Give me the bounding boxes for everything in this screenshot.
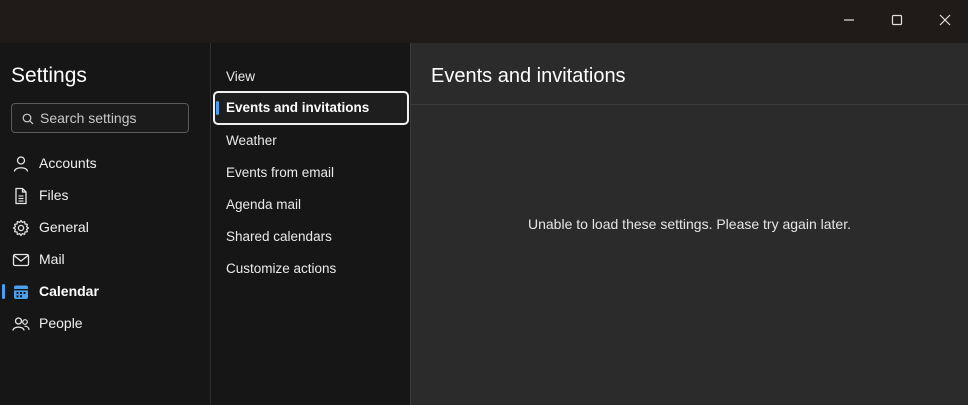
envelope-icon (12, 251, 30, 269)
gear-icon (12, 219, 30, 237)
content-title: Events and invitations (431, 65, 626, 87)
calendar-icon (12, 283, 30, 301)
subnav-item-label: Shared calendars (226, 229, 332, 244)
title-bar (0, 0, 968, 43)
subnav-item-label: Customize actions (226, 261, 337, 276)
nav-item-label: Files (39, 187, 69, 203)
subnav-item-label: View (226, 69, 256, 84)
minimize-icon (844, 19, 854, 21)
active-indicator (216, 101, 219, 115)
maximize-button[interactable] (873, 0, 921, 40)
search-icon (22, 113, 34, 125)
subnav-item-shared-calendars[interactable]: Shared calendars (213, 220, 409, 254)
nav-item-label: Accounts (39, 155, 97, 171)
subnav-item-view[interactable]: View (213, 60, 409, 94)
nav-item-general[interactable]: General (0, 212, 210, 242)
nav-item-accounts[interactable]: Accounts (0, 148, 210, 178)
subnav-item-events-from-email[interactable]: Events from email (213, 156, 409, 190)
subnav-item-label: Events and invitations (226, 100, 370, 115)
document-icon (12, 187, 30, 205)
nav-item-label: Mail (39, 251, 65, 267)
subnav-item-label: Weather (226, 133, 277, 148)
subnav-item-label: Events from email (226, 165, 335, 180)
nav-item-label: General (39, 219, 89, 235)
minimize-button[interactable] (825, 0, 873, 40)
maximize-icon (891, 14, 903, 26)
settings-nav: Settings Accounts Files (0, 43, 210, 405)
settings-title: Settings (11, 64, 87, 87)
people-icon (12, 315, 30, 333)
search-input[interactable] (40, 104, 185, 132)
close-button[interactable] (921, 0, 968, 40)
subnav-item-agenda-mail[interactable]: Agenda mail (213, 188, 409, 222)
settings-content-pane: Events and invitations Unable to load th… (410, 43, 968, 405)
nav-item-label: People (39, 315, 83, 331)
nav-item-files[interactable]: Files (0, 180, 210, 210)
subnav-item-weather[interactable]: Weather (213, 124, 409, 158)
subnav-item-customize-actions[interactable]: Customize actions (213, 252, 409, 286)
search-box[interactable] (11, 103, 189, 133)
subnav-item-label: Agenda mail (226, 197, 302, 212)
subnav-item-events-and-invitations[interactable]: Events and invitations (213, 91, 409, 125)
nav-item-label: Calendar (39, 283, 99, 299)
active-indicator (2, 284, 5, 299)
error-message: Unable to load these settings. Please tr… (528, 216, 851, 232)
nav-item-mail[interactable]: Mail (0, 244, 210, 274)
calendar-subnav: View Events and invitations Weather Even… (210, 43, 410, 405)
person-icon (12, 155, 30, 173)
nav-item-calendar[interactable]: Calendar (0, 276, 210, 306)
close-icon (939, 14, 951, 26)
content-header: Events and invitations (411, 43, 968, 105)
nav-item-people[interactable]: People (0, 308, 210, 338)
